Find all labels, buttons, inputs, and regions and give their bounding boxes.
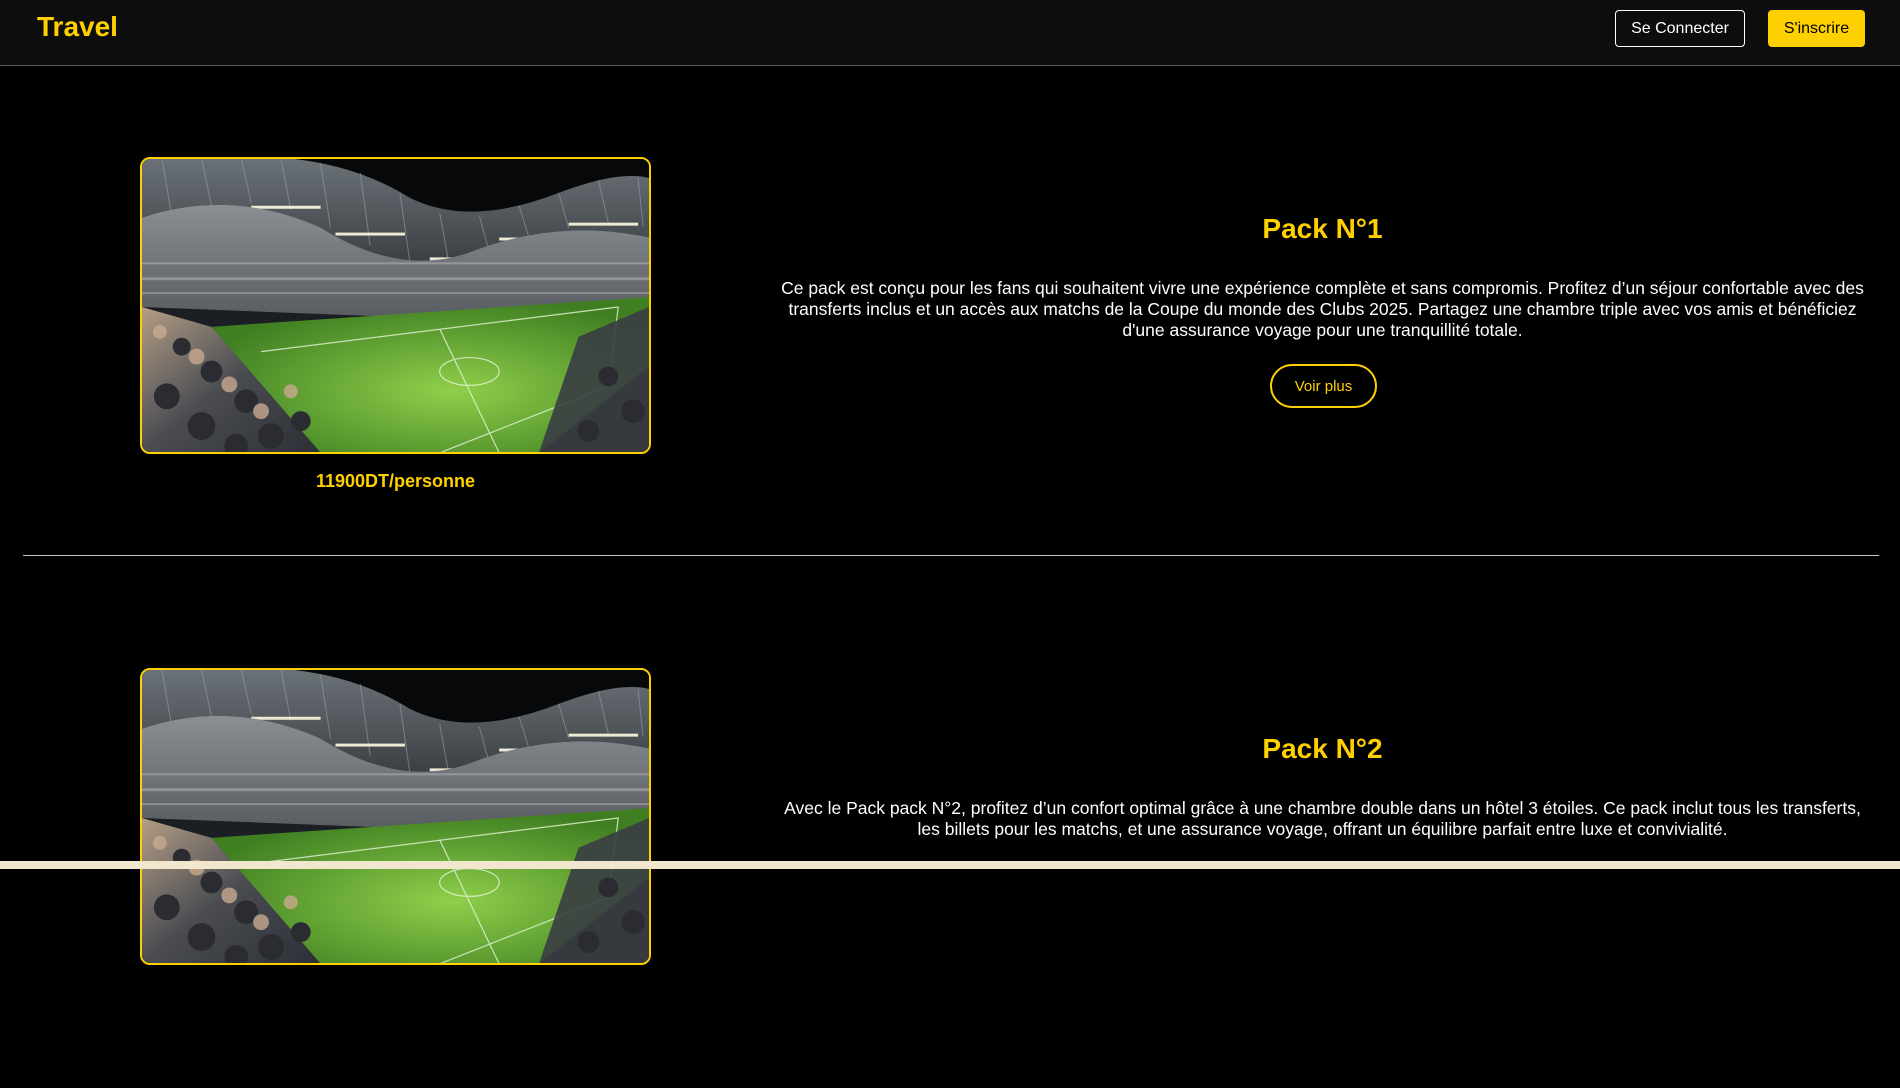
brand-logo[interactable]: Travel — [37, 11, 118, 43]
pack-price: 11900DT/personne — [315, 471, 476, 491]
pack-card: 11900DT/personne Pack N°1 Ce pack est co… — [0, 157, 1900, 577]
pack-description: Ce pack est conçu pour les fans qui souh… — [781, 278, 1864, 340]
bottom-banner-edge — [0, 861, 1900, 869]
login-button[interactable]: Se Connecter — [1615, 10, 1745, 47]
pack-description: Avec le Pack pack N°2, profitez d’un con… — [784, 798, 1861, 839]
pack-title: Pack N°1 — [1262, 213, 1383, 244]
navbar: Travel Se Connecter S'inscrire — [0, 0, 1900, 66]
pack-card: Pack N°2 Avec le Pack pack N°2, profitez… — [0, 668, 1900, 1088]
signup-button[interactable]: S'inscrire — [1768, 10, 1865, 47]
pack-title: Pack N°2 — [1262, 733, 1383, 764]
stadium-image — [140, 668, 651, 965]
stadium-image — [140, 157, 651, 454]
section-divider — [23, 555, 1879, 556]
see-more-button[interactable]: Voir plus — [1270, 364, 1377, 408]
